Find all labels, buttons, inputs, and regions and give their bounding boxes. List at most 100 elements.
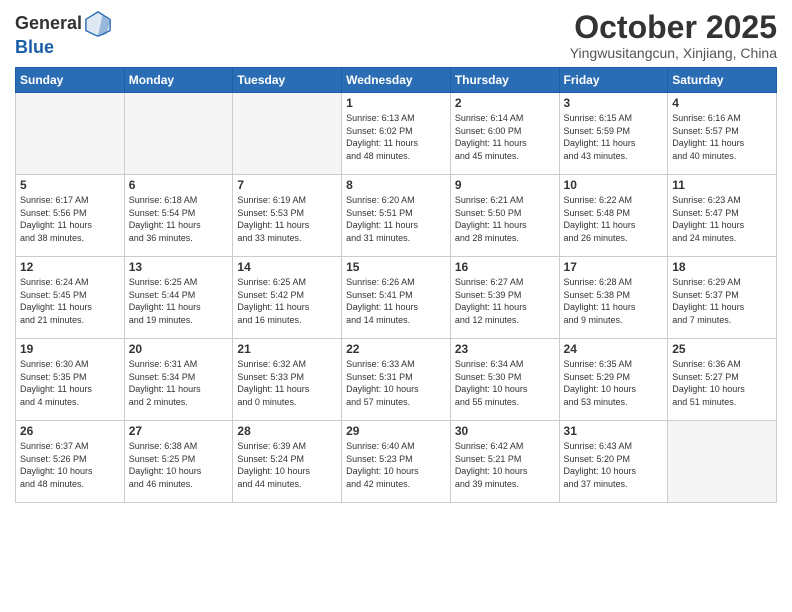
day-info-1-6: Sunrise: 6:23 AM Sunset: 5:47 PM Dayligh… (672, 194, 772, 244)
day-info-2-1: Sunrise: 6:25 AM Sunset: 5:44 PM Dayligh… (129, 276, 229, 326)
day-info-0-5: Sunrise: 6:15 AM Sunset: 5:59 PM Dayligh… (564, 112, 664, 162)
day-number-2-0: 12 (20, 260, 120, 274)
day-info-2-0: Sunrise: 6:24 AM Sunset: 5:45 PM Dayligh… (20, 276, 120, 326)
title-block: October 2025 Yingwusitangcun, Xinjiang, … (570, 10, 777, 61)
day-number-4-2: 28 (237, 424, 337, 438)
day-cell-4-1: 27 Sunrise: 6:38 AM Sunset: 5:25 PM Dayli… (124, 421, 233, 503)
day-info-2-4: Sunrise: 6:27 AM Sunset: 5:39 PM Dayligh… (455, 276, 555, 326)
day-cell-0-6: 4 Sunrise: 6:16 AM Sunset: 5:57 PM Daylig… (668, 93, 777, 175)
day-cell-3-1: 20Sunrise: 6:31 AM Sunset: 5:34 PM Dayli… (124, 339, 233, 421)
day-number-3-2: 21 (237, 342, 337, 356)
day-info-4-2: Sunrise: 6:39 AM Sunset: 5:24 PM Dayligh… (237, 440, 337, 490)
day-cell-3-4: 23 Sunrise: 6:34 AM Sunset: 5:30 PM Dayli… (450, 339, 559, 421)
header-sunday: Sunday (16, 68, 125, 93)
day-info-2-5: Sunrise: 6:28 AM Sunset: 5:38 PM Dayligh… (564, 276, 664, 326)
header-friday: Friday (559, 68, 668, 93)
day-cell-4-3: 29 Sunrise: 6:40 AM Sunset: 5:23 PM Dayli… (342, 421, 451, 503)
day-number-2-1: 13 (129, 260, 229, 274)
day-cell-3-3: 22Sunrise: 6:33 AM Sunset: 5:31 PM Dayli… (342, 339, 451, 421)
day-cell-2-2: 14 Sunrise: 6:25 AM Sunset: 5:42 PM Dayli… (233, 257, 342, 339)
day-number-4-3: 29 (346, 424, 446, 438)
day-cell-4-6 (668, 421, 777, 503)
day-info-4-4: Sunrise: 6:42 AM Sunset: 5:21 PM Dayligh… (455, 440, 555, 490)
day-number-1-2: 7 (237, 178, 337, 192)
week-row-2: 12 Sunrise: 6:24 AM Sunset: 5:45 PM Dayli… (16, 257, 777, 339)
month-title: October 2025 (570, 10, 777, 45)
day-cell-3-5: 24Sunrise: 6:35 AM Sunset: 5:29 PM Dayli… (559, 339, 668, 421)
day-cell-1-5: 10 Sunrise: 6:22 AM Sunset: 5:48 PM Dayli… (559, 175, 668, 257)
day-cell-4-5: 31 Sunrise: 6:43 AM Sunset: 5:20 PM Dayli… (559, 421, 668, 503)
day-info-2-3: Sunrise: 6:26 AM Sunset: 5:41 PM Dayligh… (346, 276, 446, 326)
day-number-2-3: 15 (346, 260, 446, 274)
header-wednesday: Wednesday (342, 68, 451, 93)
day-number-2-4: 16 (455, 260, 555, 274)
day-cell-3-6: 25 Sunrise: 6:36 AM Sunset: 5:27 PM Dayli… (668, 339, 777, 421)
header: General Blue October 2025 Yingwusitangcu… (15, 10, 777, 61)
day-number-1-1: 6 (129, 178, 229, 192)
day-number-4-5: 31 (564, 424, 664, 438)
day-number-1-3: 8 (346, 178, 446, 192)
day-number-4-1: 27 (129, 424, 229, 438)
day-number-1-4: 9 (455, 178, 555, 192)
day-cell-0-5: 3 Sunrise: 6:15 AM Sunset: 5:59 PM Daylig… (559, 93, 668, 175)
day-info-0-4: Sunrise: 6:14 AM Sunset: 6:00 PM Dayligh… (455, 112, 555, 162)
day-cell-0-4: 2Sunrise: 6:14 AM Sunset: 6:00 PM Daylig… (450, 93, 559, 175)
day-cell-2-6: 18 Sunrise: 6:29 AM Sunset: 5:37 PM Dayli… (668, 257, 777, 339)
day-number-1-5: 10 (564, 178, 664, 192)
day-info-3-0: Sunrise: 6:30 AM Sunset: 5:35 PM Dayligh… (20, 358, 120, 408)
day-number-0-6: 4 (672, 96, 772, 110)
logo-general-text: General (15, 14, 82, 34)
day-info-2-6: Sunrise: 6:29 AM Sunset: 5:37 PM Dayligh… (672, 276, 772, 326)
day-info-1-0: Sunrise: 6:17 AM Sunset: 5:56 PM Dayligh… (20, 194, 120, 244)
day-cell-1-4: 9Sunrise: 6:21 AM Sunset: 5:50 PM Daylig… (450, 175, 559, 257)
day-number-2-2: 14 (237, 260, 337, 274)
day-info-1-1: Sunrise: 6:18 AM Sunset: 5:54 PM Dayligh… (129, 194, 229, 244)
day-cell-1-3: 8 Sunrise: 6:20 AM Sunset: 5:51 PM Daylig… (342, 175, 451, 257)
day-info-4-5: Sunrise: 6:43 AM Sunset: 5:20 PM Dayligh… (564, 440, 664, 490)
day-info-1-3: Sunrise: 6:20 AM Sunset: 5:51 PM Dayligh… (346, 194, 446, 244)
day-cell-4-0: 26Sunrise: 6:37 AM Sunset: 5:26 PM Dayli… (16, 421, 125, 503)
day-number-2-6: 18 (672, 260, 772, 274)
day-info-3-3: Sunrise: 6:33 AM Sunset: 5:31 PM Dayligh… (346, 358, 446, 408)
day-number-3-5: 24 (564, 342, 664, 356)
day-info-3-4: Sunrise: 6:34 AM Sunset: 5:30 PM Dayligh… (455, 358, 555, 408)
day-cell-0-3: 1 Sunrise: 6:13 AM Sunset: 6:02 PM Daylig… (342, 93, 451, 175)
logo-icon (84, 10, 112, 38)
day-number-1-0: 5 (20, 178, 120, 192)
header-tuesday: Tuesday (233, 68, 342, 93)
day-cell-3-0: 19Sunrise: 6:30 AM Sunset: 5:35 PM Dayli… (16, 339, 125, 421)
day-number-1-6: 11 (672, 178, 772, 192)
day-number-3-1: 20 (129, 342, 229, 356)
week-row-0: 1 Sunrise: 6:13 AM Sunset: 6:02 PM Daylig… (16, 93, 777, 175)
day-number-3-6: 25 (672, 342, 772, 356)
day-cell-4-4: 30Sunrise: 6:42 AM Sunset: 5:21 PM Dayli… (450, 421, 559, 503)
day-info-4-3: Sunrise: 6:40 AM Sunset: 5:23 PM Dayligh… (346, 440, 446, 490)
day-cell-1-6: 11 Sunrise: 6:23 AM Sunset: 5:47 PM Dayli… (668, 175, 777, 257)
location: Yingwusitangcun, Xinjiang, China (570, 45, 777, 61)
day-cell-4-2: 28 Sunrise: 6:39 AM Sunset: 5:24 PM Dayli… (233, 421, 342, 503)
day-cell-2-1: 13 Sunrise: 6:25 AM Sunset: 5:44 PM Dayli… (124, 257, 233, 339)
header-thursday: Thursday (450, 68, 559, 93)
calendar-page: General Blue October 2025 Yingwusitangcu… (0, 0, 792, 612)
day-info-1-5: Sunrise: 6:22 AM Sunset: 5:48 PM Dayligh… (564, 194, 664, 244)
day-info-2-2: Sunrise: 6:25 AM Sunset: 5:42 PM Dayligh… (237, 276, 337, 326)
day-info-0-3: Sunrise: 6:13 AM Sunset: 6:02 PM Dayligh… (346, 112, 446, 162)
logo-blue-text: Blue (15, 38, 112, 58)
day-cell-2-5: 17Sunrise: 6:28 AM Sunset: 5:38 PM Dayli… (559, 257, 668, 339)
logo: General Blue (15, 10, 112, 58)
header-saturday: Saturday (668, 68, 777, 93)
calendar-table: Sunday Monday Tuesday Wednesday Thursday… (15, 67, 777, 503)
week-row-1: 5 Sunrise: 6:17 AM Sunset: 5:56 PM Daylig… (16, 175, 777, 257)
day-number-0-3: 1 (346, 96, 446, 110)
day-number-0-5: 3 (564, 96, 664, 110)
day-cell-3-2: 21Sunrise: 6:32 AM Sunset: 5:33 PM Dayli… (233, 339, 342, 421)
day-number-3-4: 23 (455, 342, 555, 356)
week-row-3: 19Sunrise: 6:30 AM Sunset: 5:35 PM Dayli… (16, 339, 777, 421)
day-cell-1-2: 7Sunrise: 6:19 AM Sunset: 5:53 PM Daylig… (233, 175, 342, 257)
weekday-header-row: Sunday Monday Tuesday Wednesday Thursday… (16, 68, 777, 93)
day-info-3-6: Sunrise: 6:36 AM Sunset: 5:27 PM Dayligh… (672, 358, 772, 408)
day-cell-0-0 (16, 93, 125, 175)
week-row-4: 26Sunrise: 6:37 AM Sunset: 5:26 PM Dayli… (16, 421, 777, 503)
day-info-4-1: Sunrise: 6:38 AM Sunset: 5:25 PM Dayligh… (129, 440, 229, 490)
day-info-0-6: Sunrise: 6:16 AM Sunset: 5:57 PM Dayligh… (672, 112, 772, 162)
